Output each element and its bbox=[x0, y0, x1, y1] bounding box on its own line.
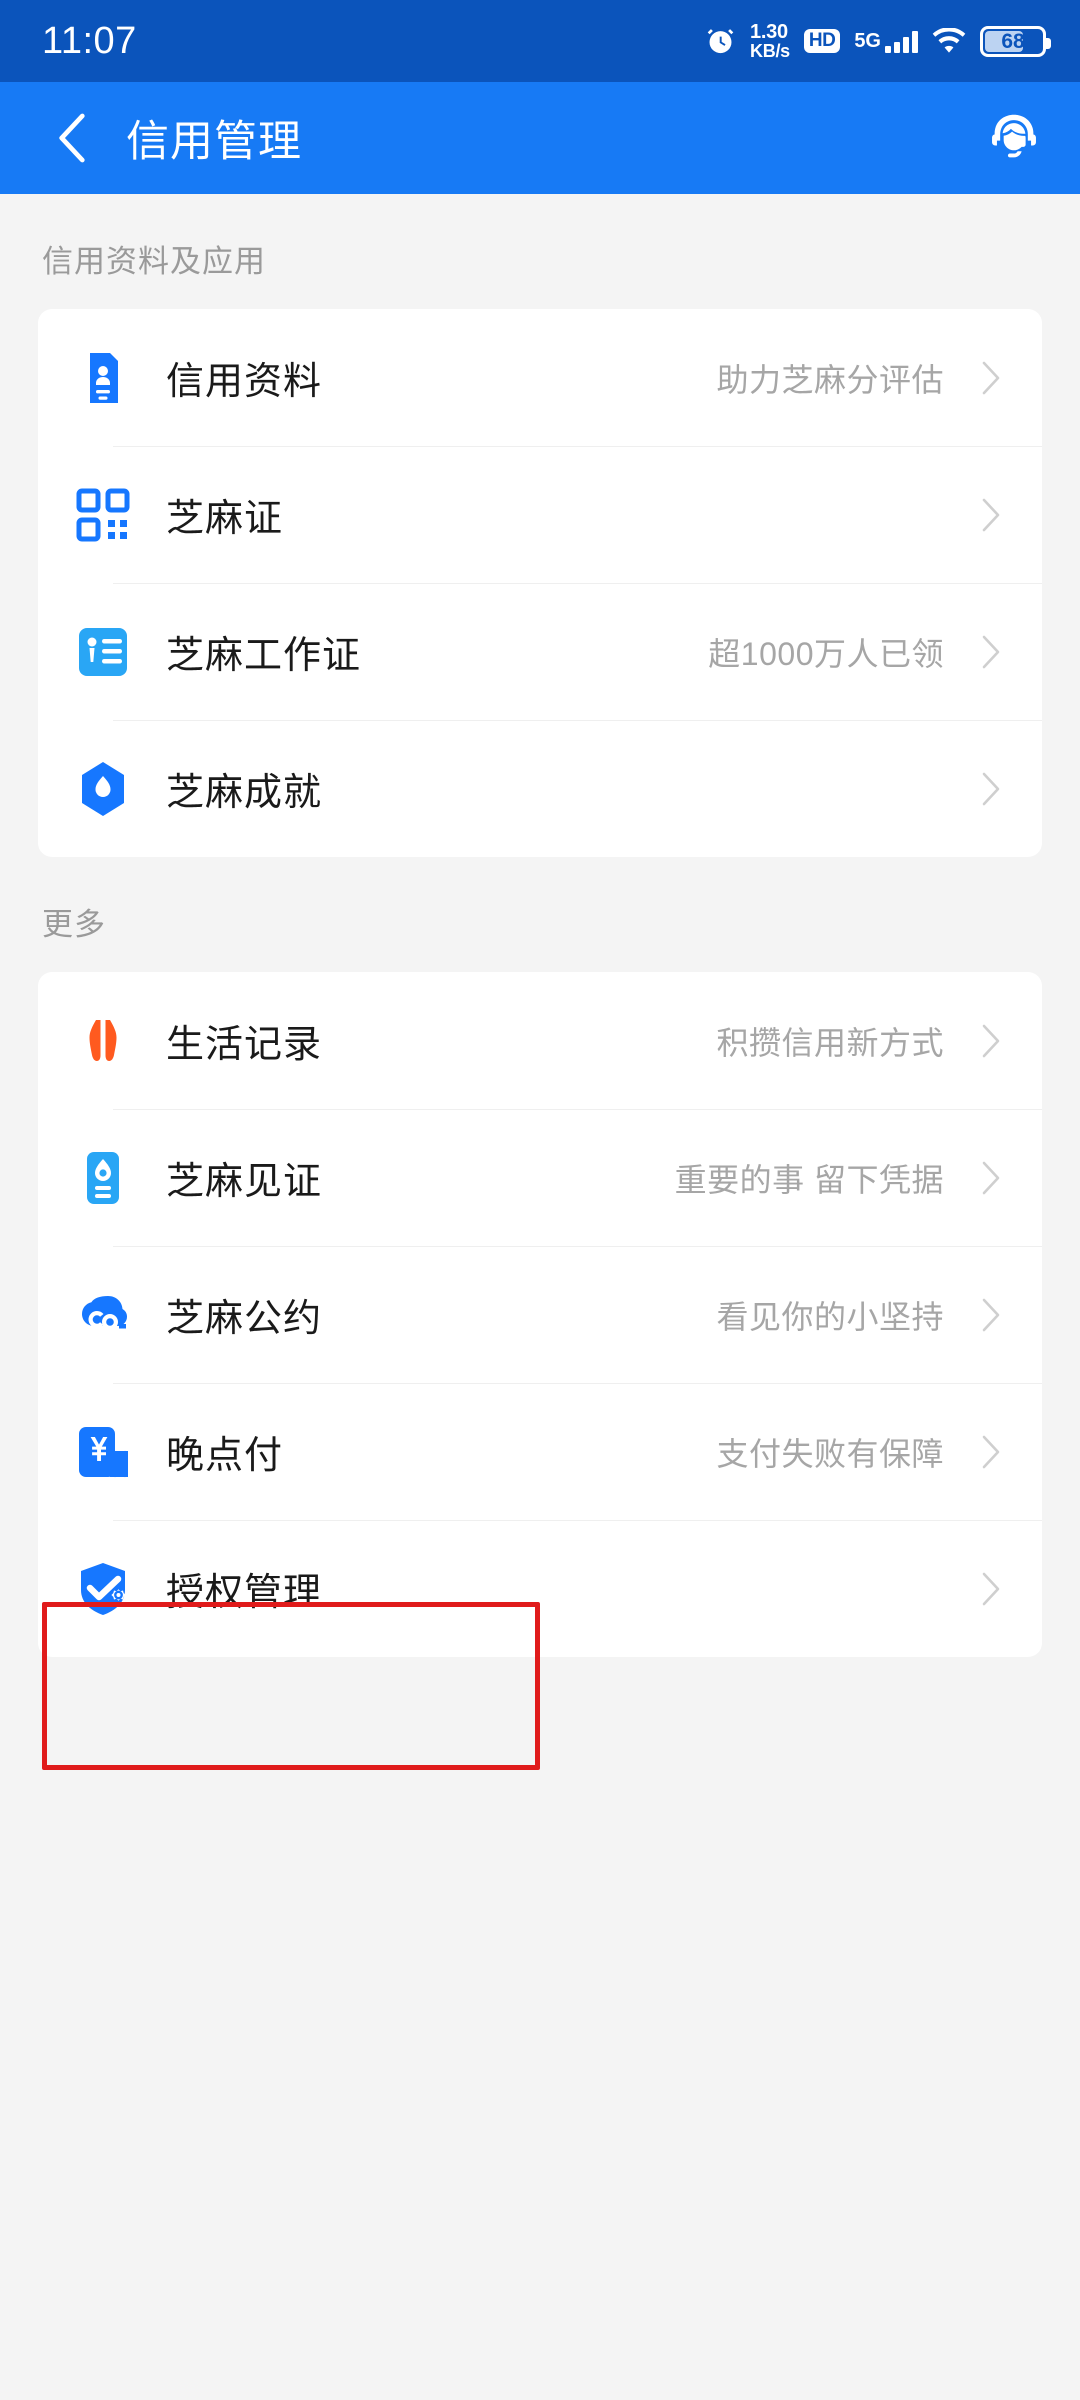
list-item-label: 芝麻工作证 bbox=[166, 635, 362, 677]
network-type-label: 5G bbox=[854, 29, 881, 52]
cellular-signal: 5G bbox=[854, 30, 918, 53]
list-item-label: 芝麻证 bbox=[166, 498, 284, 540]
phone-screen: 11:07 1.30 KB/s HD 5G 68 信用管理 信用资料及应用 信用… bbox=[0, 0, 1080, 2400]
list-item-label: 授权管理 bbox=[166, 1572, 323, 1614]
chevron-right-icon bbox=[974, 1435, 1008, 1469]
card-more: 生活记录 积攒信用新方式 芝麻见证 重要的事 留下凭据 芝麻公约 看见你的小坚持… bbox=[38, 972, 1042, 1657]
content-area: 信用资料及应用 信用资料 助力芝麻分评估 芝麻证 芝麻工作证 超1000万人已领… bbox=[0, 194, 1080, 1697]
chevron-right-icon bbox=[974, 361, 1008, 395]
status-clock: 11:07 bbox=[42, 19, 137, 62]
list-item-authorization-management[interactable]: 授权管理 bbox=[38, 1520, 1042, 1657]
chevron-right-icon bbox=[974, 1298, 1008, 1332]
late-payment-icon bbox=[74, 1423, 132, 1481]
list-item-subtitle: 助力芝麻分评估 bbox=[716, 361, 944, 398]
life-record-icon bbox=[74, 1012, 132, 1070]
chevron-right-icon bbox=[974, 772, 1008, 806]
list-item-life-record[interactable]: 生活记录 积攒信用新方式 bbox=[38, 972, 1042, 1109]
back-chevron-icon bbox=[59, 113, 85, 163]
achievement-icon bbox=[74, 760, 132, 818]
back-button[interactable] bbox=[42, 108, 102, 168]
app-bar: 信用管理 bbox=[0, 82, 1080, 194]
wifi-icon bbox=[932, 28, 966, 53]
list-item-credit-data[interactable]: 信用资料 助力芝麻分评估 bbox=[38, 309, 1042, 446]
list-item-label: 芝麻见证 bbox=[166, 1161, 323, 1203]
chevron-right-icon bbox=[974, 1024, 1008, 1058]
signal-bars-icon bbox=[885, 30, 918, 53]
witness-icon bbox=[74, 1149, 132, 1207]
list-item-sesame-certificate[interactable]: 芝麻证 bbox=[38, 446, 1042, 583]
list-item-subtitle: 看见你的小坚持 bbox=[716, 1298, 944, 1335]
battery-icon: 68 bbox=[980, 25, 1051, 57]
authorization-shield-icon bbox=[74, 1560, 132, 1618]
list-item-label: 芝麻公约 bbox=[166, 1298, 323, 1340]
status-bar: 11:07 1.30 KB/s HD 5G 68 bbox=[0, 0, 1080, 82]
chevron-right-icon bbox=[974, 1572, 1008, 1606]
network-speed-value: 1.30 bbox=[750, 21, 788, 43]
list-item-label: 芝麻成就 bbox=[166, 772, 323, 814]
list-item-sesame-witness[interactable]: 芝麻见证 重要的事 留下凭据 bbox=[38, 1109, 1042, 1246]
status-icons: 1.30 KB/s HD 5G 68 bbox=[705, 22, 1051, 60]
qr-code-icon bbox=[74, 486, 132, 544]
list-item-subtitle: 超1000万人已领 bbox=[708, 635, 944, 672]
list-item-subtitle: 重要的事 留下凭据 bbox=[674, 1161, 944, 1198]
alarm-clock-icon bbox=[707, 28, 734, 53]
chevron-right-icon bbox=[974, 498, 1008, 532]
list-item-sesame-pact[interactable]: 芝麻公约 看见你的小坚持 bbox=[38, 1246, 1042, 1383]
pact-icon bbox=[74, 1286, 132, 1344]
id-card-icon bbox=[74, 349, 132, 407]
hd-icon: HD bbox=[803, 29, 841, 53]
list-item-sesame-achievement[interactable]: 芝麻成就 bbox=[38, 720, 1042, 857]
customer-service-button[interactable] bbox=[978, 102, 1050, 174]
chevron-right-icon bbox=[974, 1161, 1008, 1195]
battery-level: 68 bbox=[1001, 29, 1025, 53]
list-item-sesame-work-badge[interactable]: 芝麻工作证 超1000万人已领 bbox=[38, 583, 1042, 720]
customer-service-icon bbox=[992, 114, 1036, 158]
chevron-right-icon bbox=[974, 635, 1008, 669]
network-speed-unit: KB/s bbox=[750, 41, 790, 61]
network-speed: 1.30 KB/s bbox=[750, 22, 790, 60]
section-title-credit-data: 信用资料及应用 bbox=[42, 244, 266, 279]
card-credit-data: 信用资料 助力芝麻分评估 芝麻证 芝麻工作证 超1000万人已领 芝麻成就 bbox=[38, 309, 1042, 857]
section-title-more: 更多 bbox=[42, 907, 106, 942]
list-item-subtitle: 积攒信用新方式 bbox=[716, 1024, 944, 1061]
list-item-label: 晚点付 bbox=[166, 1435, 284, 1477]
work-badge-icon bbox=[74, 623, 132, 681]
list-item-label: 信用资料 bbox=[166, 361, 323, 403]
list-item-label: 生活记录 bbox=[166, 1024, 323, 1066]
list-item-late-payment[interactable]: 晚点付 支付失败有保障 bbox=[38, 1383, 1042, 1520]
list-item-subtitle: 支付失败有保障 bbox=[716, 1435, 944, 1472]
page-title: 信用管理 bbox=[126, 118, 302, 166]
